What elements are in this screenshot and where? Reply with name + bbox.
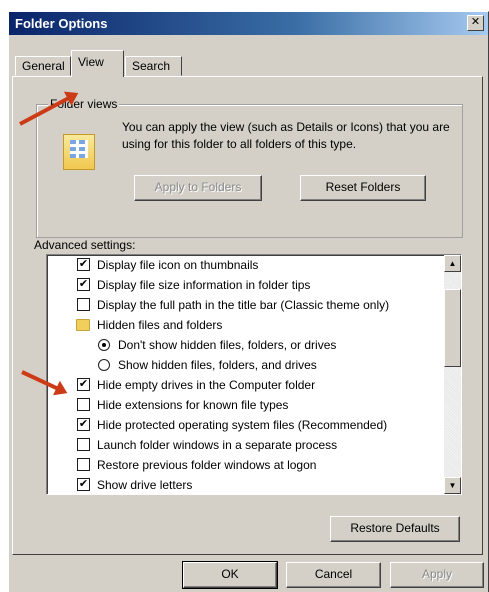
vertical-scrollbar[interactable]: ▲ ▼ <box>444 255 461 494</box>
list-item-label: Restore previous folder windows at logon <box>97 458 317 472</box>
cancel-label: Cancel <box>314 567 353 581</box>
cancel-button[interactable]: Cancel <box>286 562 381 588</box>
tab-general-label: General <box>22 59 65 73</box>
checkbox[interactable]: ✔ <box>77 258 90 271</box>
checkbox[interactable]: ✔ <box>77 278 90 291</box>
apply-to-folders-button[interactable]: Apply to Folders <box>134 175 262 201</box>
list-item-label: Display file size information in folder … <box>97 278 311 292</box>
folder-views-description: You can apply the view (such as Details … <box>122 120 450 151</box>
title-bar[interactable]: Folder Options ✕ <box>9 12 488 35</box>
reset-folders-label: Reset Folders <box>325 180 401 194</box>
scroll-up-button[interactable]: ▲ <box>444 255 461 272</box>
advanced-settings-label: Advanced settings: <box>34 238 136 252</box>
list-item-label: Don't show hidden files, folders, or dri… <box>118 338 337 352</box>
list-item-label: Launch folder windows in a separate proc… <box>97 438 338 452</box>
tab-search-label: Search <box>132 59 171 73</box>
tab-view-label: View <box>78 55 104 69</box>
folder-views-group: Folder views You can apply the view (suc… <box>36 97 463 238</box>
checkbox[interactable] <box>77 398 90 411</box>
ok-label: OK <box>221 567 239 581</box>
list-item-label: Display file icon on thumbnails <box>97 258 259 272</box>
checkbox[interactable] <box>77 298 90 311</box>
list-item-label: Display the full path in the title bar (… <box>97 298 390 312</box>
window-title: Folder Options <box>15 16 108 31</box>
tab-strip: General View Search <box>9 50 488 77</box>
checkbox[interactable]: ✔ <box>77 418 90 431</box>
view-tab-panel: Folder views You can apply the view (suc… <box>12 76 483 555</box>
close-button[interactable]: ✕ <box>467 15 484 31</box>
list-item-label: Hide empty drives in the Computer folder <box>97 378 316 392</box>
tab-search[interactable]: Search <box>125 56 182 76</box>
list-item-label: Hide protected operating system files (R… <box>97 418 388 432</box>
list-item-label: Hide extensions for known file types <box>97 398 289 412</box>
radio-button[interactable] <box>98 339 110 351</box>
list-item-label: Show hidden files, folders, and drives <box>118 358 317 372</box>
radio-button[interactable] <box>98 359 110 371</box>
ok-button[interactable]: OK <box>182 561 278 589</box>
scrollbar-thumb[interactable] <box>444 289 461 367</box>
apply-button[interactable]: Apply <box>390 562 484 588</box>
scroll-down-icon: ▼ <box>448 481 457 490</box>
folder-icon <box>76 319 90 331</box>
apply-label: Apply <box>421 567 453 581</box>
scroll-up-icon: ▲ <box>448 259 457 268</box>
checkbox[interactable]: ✔ <box>77 478 90 491</box>
close-icon: ✕ <box>470 16 481 28</box>
restore-defaults-label: Restore Defaults <box>350 521 440 535</box>
checkbox[interactable] <box>77 458 90 471</box>
scroll-down-button[interactable]: ▼ <box>444 477 461 494</box>
tab-view[interactable]: View <box>71 50 124 77</box>
list-item-label: Show drive letters <box>97 478 193 492</box>
folder-views-icon <box>63 134 95 170</box>
list-item-label: Hidden files and folders <box>97 318 223 332</box>
tab-general[interactable]: General <box>15 56 71 76</box>
checkbox[interactable]: ✔ <box>77 378 90 391</box>
reset-folders-button[interactable]: Reset Folders <box>300 175 426 201</box>
advanced-settings-list[interactable]: ✔ Display file icon on thumbnails ✔ Disp… <box>46 254 462 495</box>
restore-defaults-button[interactable]: Restore Defaults <box>330 516 460 542</box>
apply-to-folders-label: Apply to Folders <box>154 180 242 194</box>
checkbox[interactable] <box>77 438 90 451</box>
